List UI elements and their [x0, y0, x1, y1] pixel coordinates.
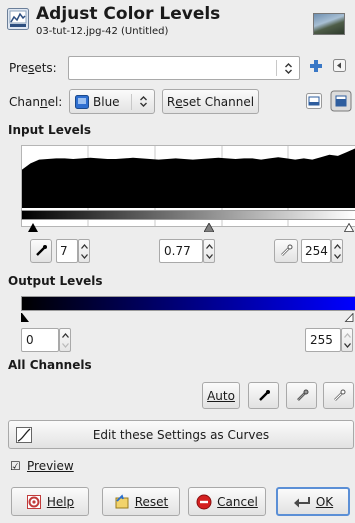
spin-up-icon: [81, 244, 88, 249]
eyedropper-black-icon: [258, 389, 270, 401]
dialog-subtitle: 03-tut-12.jpg-42 (Untitled): [36, 26, 169, 37]
pick-black-point-all-button[interactable]: [248, 382, 279, 409]
input-high-spinner[interactable]: [331, 239, 343, 263]
header-icon: [7, 8, 29, 30]
auto-button[interactable]: Auto: [202, 382, 240, 409]
spin-down-icon: [62, 343, 69, 348]
input-gamma-spinner[interactable]: [203, 239, 215, 263]
presets-combo-divider: [276, 60, 277, 76]
output-gradient-bar: [21, 296, 355, 311]
output-levels-heading: Output Levels: [8, 274, 103, 288]
input-gamma-slider-handle[interactable]: [203, 221, 215, 235]
input-levels-heading: Input Levels: [8, 123, 92, 137]
edit-as-curves-button[interactable]: Edit these Settings as Curves: [8, 420, 354, 449]
all-channels-heading: All Channels: [8, 358, 92, 372]
checkmark-icon: ☑: [10, 459, 21, 473]
spin-down-icon: [334, 254, 341, 259]
input-black-slider-handle[interactable]: [28, 221, 38, 235]
output-high-field[interactable]: 255: [305, 328, 341, 352]
spin-up-icon: [334, 244, 341, 249]
help-button[interactable]: Help: [11, 487, 89, 516]
output-low-field[interactable]: 0: [21, 328, 59, 352]
image-thumbnail: [313, 13, 345, 35]
eyedropper-black-icon: [36, 245, 47, 256]
cancel-icon: [196, 494, 212, 509]
histogram-area: [22, 148, 355, 208]
preview-checkbox[interactable]: ☑ Preview: [10, 459, 90, 475]
pick-white-point-button[interactable]: [274, 239, 298, 263]
ok-icon: [293, 496, 310, 507]
spin-up-icon: [344, 333, 351, 338]
dialog-title: Adjust Color Levels: [36, 4, 221, 24]
updown-arrows-icon: [285, 63, 292, 74]
input-low-field[interactable]: 7: [56, 239, 78, 263]
spin-down-icon: [344, 343, 351, 348]
output-black-slider-handle[interactable]: [21, 311, 31, 325]
pick-white-point-all-button[interactable]: [323, 382, 354, 409]
channel-combo-divider: [131, 94, 132, 110]
eyedropper-white-icon: [281, 244, 293, 256]
add-preset-icon[interactable]: [309, 59, 323, 73]
presets-combo[interactable]: [68, 56, 300, 80]
input-high-field[interactable]: 254: [301, 239, 331, 263]
channel-combo[interactable]: Blue: [69, 89, 155, 114]
reset-channel-button[interactable]: Re set Channel: [162, 89, 259, 114]
pick-black-point-button[interactable]: [30, 239, 52, 263]
help-icon: [26, 494, 41, 509]
log-histogram-toggle[interactable]: [330, 90, 352, 112]
output-white-slider-handle[interactable]: [344, 311, 354, 325]
eyedropper-gray-icon: [296, 389, 308, 401]
input-white-slider-handle[interactable]: [343, 221, 355, 235]
output-low-spinner[interactable]: [59, 328, 71, 352]
channel-label: Channel:: [9, 95, 63, 109]
input-gradient-bar: [21, 210, 355, 220]
input-gamma-field[interactable]: 0.77: [159, 239, 203, 263]
pick-gray-point-all-button[interactable]: [286, 382, 317, 409]
presets-menu-icon[interactable]: [333, 59, 346, 72]
channel-color-icon: [75, 94, 89, 109]
ok-button[interactable]: OK: [276, 487, 350, 516]
linear-histogram-toggle[interactable]: [305, 92, 323, 110]
presets-label: Presets:: [9, 61, 57, 75]
cancel-button[interactable]: Cancel: [188, 487, 266, 516]
spin-up-icon: [206, 244, 213, 249]
spin-down-icon: [206, 254, 213, 259]
curves-icon: [16, 427, 32, 443]
spin-down-icon: [81, 254, 88, 259]
output-high-spinner[interactable]: [341, 328, 353, 352]
input-low-spinner[interactable]: [78, 239, 90, 263]
eyedropper-white-icon: [333, 389, 345, 401]
reset-icon: [115, 493, 129, 508]
reset-button[interactable]: Reset: [102, 487, 180, 516]
updown-arrows-icon: [140, 96, 147, 107]
spin-up-icon: [62, 333, 69, 338]
